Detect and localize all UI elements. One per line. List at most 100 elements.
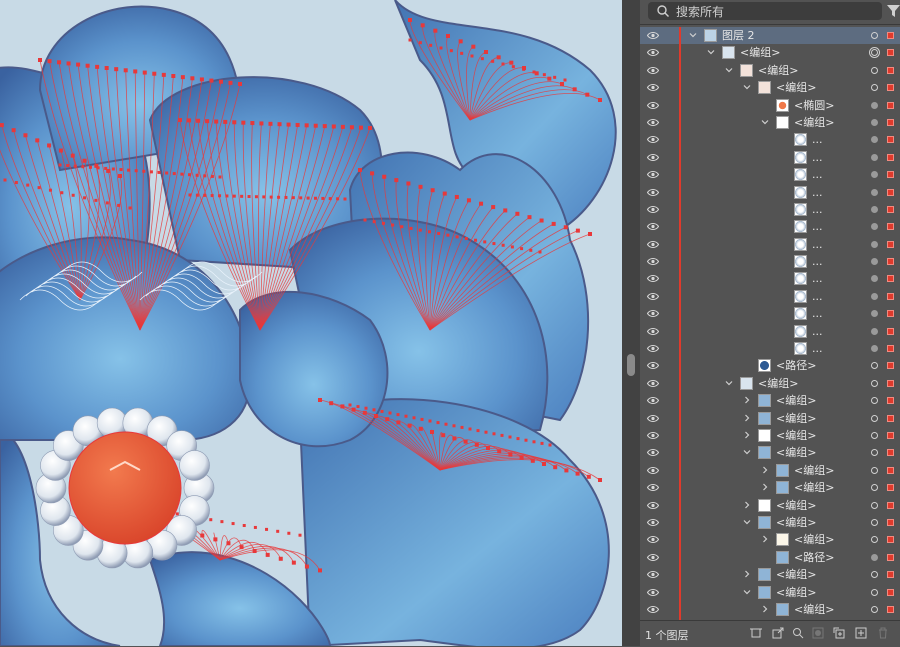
anchor-point[interactable] [553, 465, 558, 470]
layer-row[interactable]: <编组> [640, 61, 900, 80]
selection-square[interactable] [887, 536, 894, 544]
eye-icon[interactable] [647, 431, 659, 440]
anchor-point[interactable] [38, 58, 42, 62]
anchor-point[interactable] [35, 138, 40, 143]
layer-row[interactable]: ... [640, 287, 900, 306]
target-circle[interactable] [871, 84, 878, 92]
anchor-point[interactable] [88, 165, 92, 169]
eye-icon[interactable] [647, 31, 659, 40]
eye-icon[interactable] [647, 48, 659, 57]
layer-row[interactable]: <编组> [640, 374, 900, 393]
layer-row[interactable]: <路径> [640, 357, 900, 375]
target-circle[interactable] [871, 223, 878, 231]
anchor-point[interactable] [104, 66, 109, 70]
layer-row[interactable]: <椭圆> [640, 96, 900, 114]
anchor-point[interactable] [548, 443, 552, 447]
anchor-point[interactable] [358, 168, 362, 172]
eye-icon[interactable] [647, 222, 659, 231]
anchor-point[interactable] [268, 121, 273, 126]
selection-square[interactable] [887, 518, 894, 526]
target-circle[interactable] [871, 327, 878, 335]
anchor-point[interactable] [575, 471, 580, 476]
target-circle[interactable] [871, 205, 878, 213]
layer-name[interactable]: <编组> [794, 479, 834, 496]
target-circle[interactable] [871, 240, 878, 248]
layer-row[interactable]: ... [640, 253, 900, 271]
anchor-point[interactable] [508, 452, 513, 457]
anchor-point[interactable] [37, 186, 41, 190]
new-layer-icon[interactable] [855, 627, 867, 639]
anchor-point[interactable] [247, 195, 251, 199]
anchor-point[interactable] [575, 228, 580, 233]
chevron-icon[interactable] [760, 465, 770, 475]
layer-name[interactable]: <编组> [776, 392, 816, 409]
anchor-point[interactable] [278, 556, 283, 561]
anchor-point[interactable] [491, 59, 495, 63]
anchor-point[interactable] [58, 163, 62, 167]
anchor-point[interactable] [318, 398, 322, 402]
selection-square[interactable] [887, 258, 894, 266]
anchor-point[interactable] [496, 55, 501, 60]
anchor-point[interactable] [519, 455, 524, 460]
anchor-point[interactable] [460, 425, 464, 429]
eye-icon[interactable] [647, 101, 659, 110]
layer-row[interactable]: ... [640, 148, 900, 167]
anchor-point[interactable] [588, 232, 592, 236]
anchor-point[interactable] [476, 429, 480, 433]
eye-icon[interactable] [647, 570, 659, 579]
lock-toggle[interactable] [662, 201, 676, 218]
eye-icon[interactable] [647, 309, 659, 318]
anchor-point[interactable] [585, 92, 590, 97]
target-circle[interactable] [871, 588, 878, 596]
anchor-point[interactable] [331, 124, 336, 129]
layer-name[interactable]: <编组> [794, 531, 834, 548]
anchor-point[interactable] [542, 73, 546, 77]
anchor-point[interactable] [464, 237, 468, 241]
anchor-point[interactable] [363, 218, 367, 222]
anchor-point[interactable] [516, 437, 520, 441]
target-circle[interactable] [871, 553, 878, 561]
anchor-point[interactable] [463, 439, 468, 444]
find-icon[interactable] [792, 627, 804, 639]
anchor-point[interactable] [313, 123, 318, 128]
layer-row[interactable]: ... [640, 235, 900, 254]
anchor-point[interactable] [539, 218, 544, 223]
selection-square[interactable] [887, 205, 894, 213]
target-circle[interactable] [871, 414, 878, 422]
lock-toggle[interactable] [662, 44, 676, 61]
target-circle[interactable] [869, 47, 880, 59]
anchor-point[interactable] [299, 196, 303, 200]
layer-name[interactable]: <编组> [776, 427, 816, 444]
eye-icon[interactable] [647, 83, 659, 92]
lock-toggle[interactable] [662, 27, 676, 44]
anchor-point[interactable] [161, 72, 166, 77]
lock-toggle[interactable] [662, 184, 676, 201]
anchor-point[interactable] [269, 195, 273, 199]
anchor-point[interactable] [175, 512, 179, 516]
selection-square[interactable] [887, 501, 894, 509]
anchor-point[interactable] [180, 172, 184, 176]
anchor-point[interactable] [418, 184, 423, 189]
anchor-point[interactable] [226, 541, 231, 546]
target-circle[interactable] [871, 136, 878, 144]
anchor-point[interactable] [563, 78, 567, 82]
anchor-point[interactable] [265, 527, 269, 531]
anchor-point[interactable] [524, 438, 528, 442]
lock-toggle[interactable] [662, 462, 676, 479]
eye-icon[interactable] [647, 483, 659, 492]
anchor-point[interactable] [491, 205, 496, 210]
anchor-point[interactable] [291, 560, 296, 565]
anchor-point[interactable] [586, 474, 591, 479]
layer-name[interactable]: <编组> [776, 497, 816, 514]
eye-icon[interactable] [647, 501, 659, 510]
target-circle[interactable] [871, 571, 878, 579]
anchor-point[interactable] [400, 225, 404, 229]
chevron-icon[interactable] [742, 82, 752, 92]
anchor-point[interactable] [529, 248, 533, 252]
lock-toggle[interactable] [662, 357, 676, 374]
anchor-point[interactable] [385, 417, 390, 422]
anchor-point[interactable] [553, 75, 557, 79]
eye-icon[interactable] [647, 170, 659, 179]
lock-toggle[interactable] [662, 601, 676, 618]
anchor-point[interactable] [48, 188, 52, 192]
